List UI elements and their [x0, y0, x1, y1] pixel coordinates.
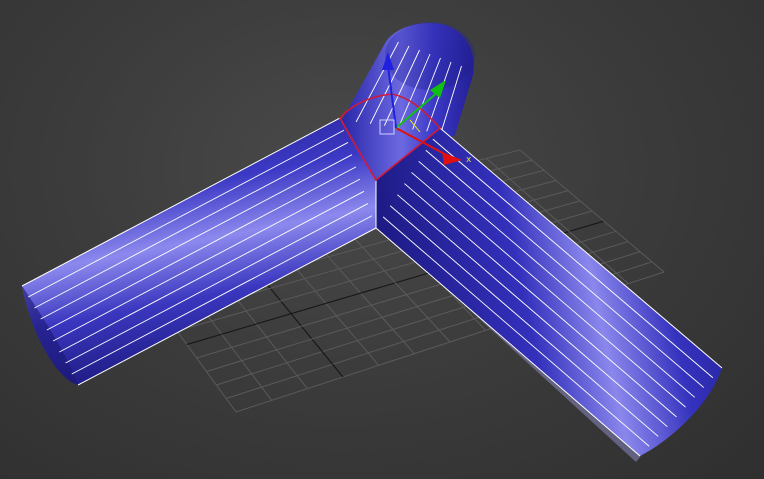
right-branch[interactable] — [376, 128, 722, 456]
top-branch-cap — [385, 22, 475, 90]
viewport-canvas[interactable]: x — [0, 0, 764, 479]
gizmo-x-label: x — [466, 155, 472, 165]
left-branch[interactable] — [22, 118, 376, 385]
3d-viewport[interactable]: x — [0, 0, 764, 479]
right-branch-body — [376, 128, 722, 456]
left-branch-body — [22, 118, 376, 385]
